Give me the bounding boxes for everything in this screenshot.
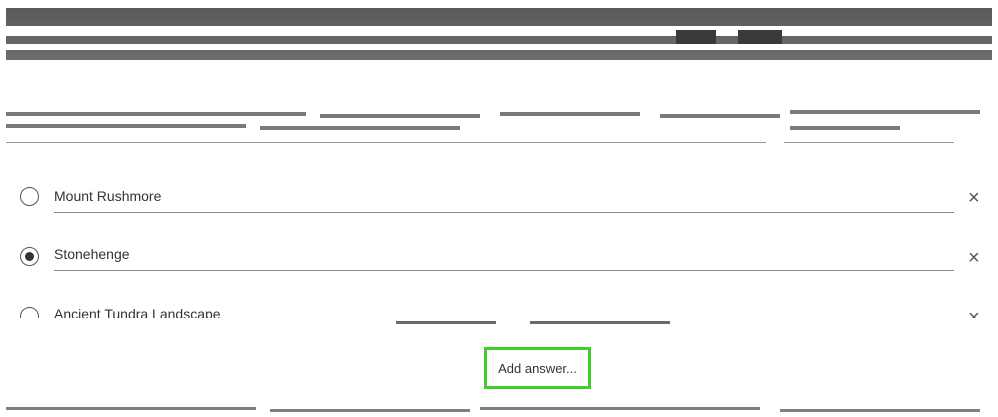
footer-text-distorted [0,404,998,417]
answer-row: Mount Rushmore × [0,182,998,222]
answer-radio[interactable] [20,247,39,266]
answer-text[interactable]: Stonehenge [54,246,954,271]
toolbar-glyph [676,30,716,44]
toolbar-glyph [738,30,782,44]
answer-row: Stonehenge × [0,242,998,282]
answer-text[interactable]: Mount Rushmore [54,188,954,213]
toolbar-divider [6,44,992,50]
top-toolbar [0,0,998,70]
toolbar-divider [6,26,992,36]
close-icon[interactable]: × [968,188,980,208]
add-answer-button[interactable]: Add answer... [484,347,591,389]
answer-radio[interactable] [20,187,39,206]
rendering-artifact [0,318,998,344]
close-icon[interactable]: × [968,248,980,268]
question-text-distorted [0,100,998,144]
